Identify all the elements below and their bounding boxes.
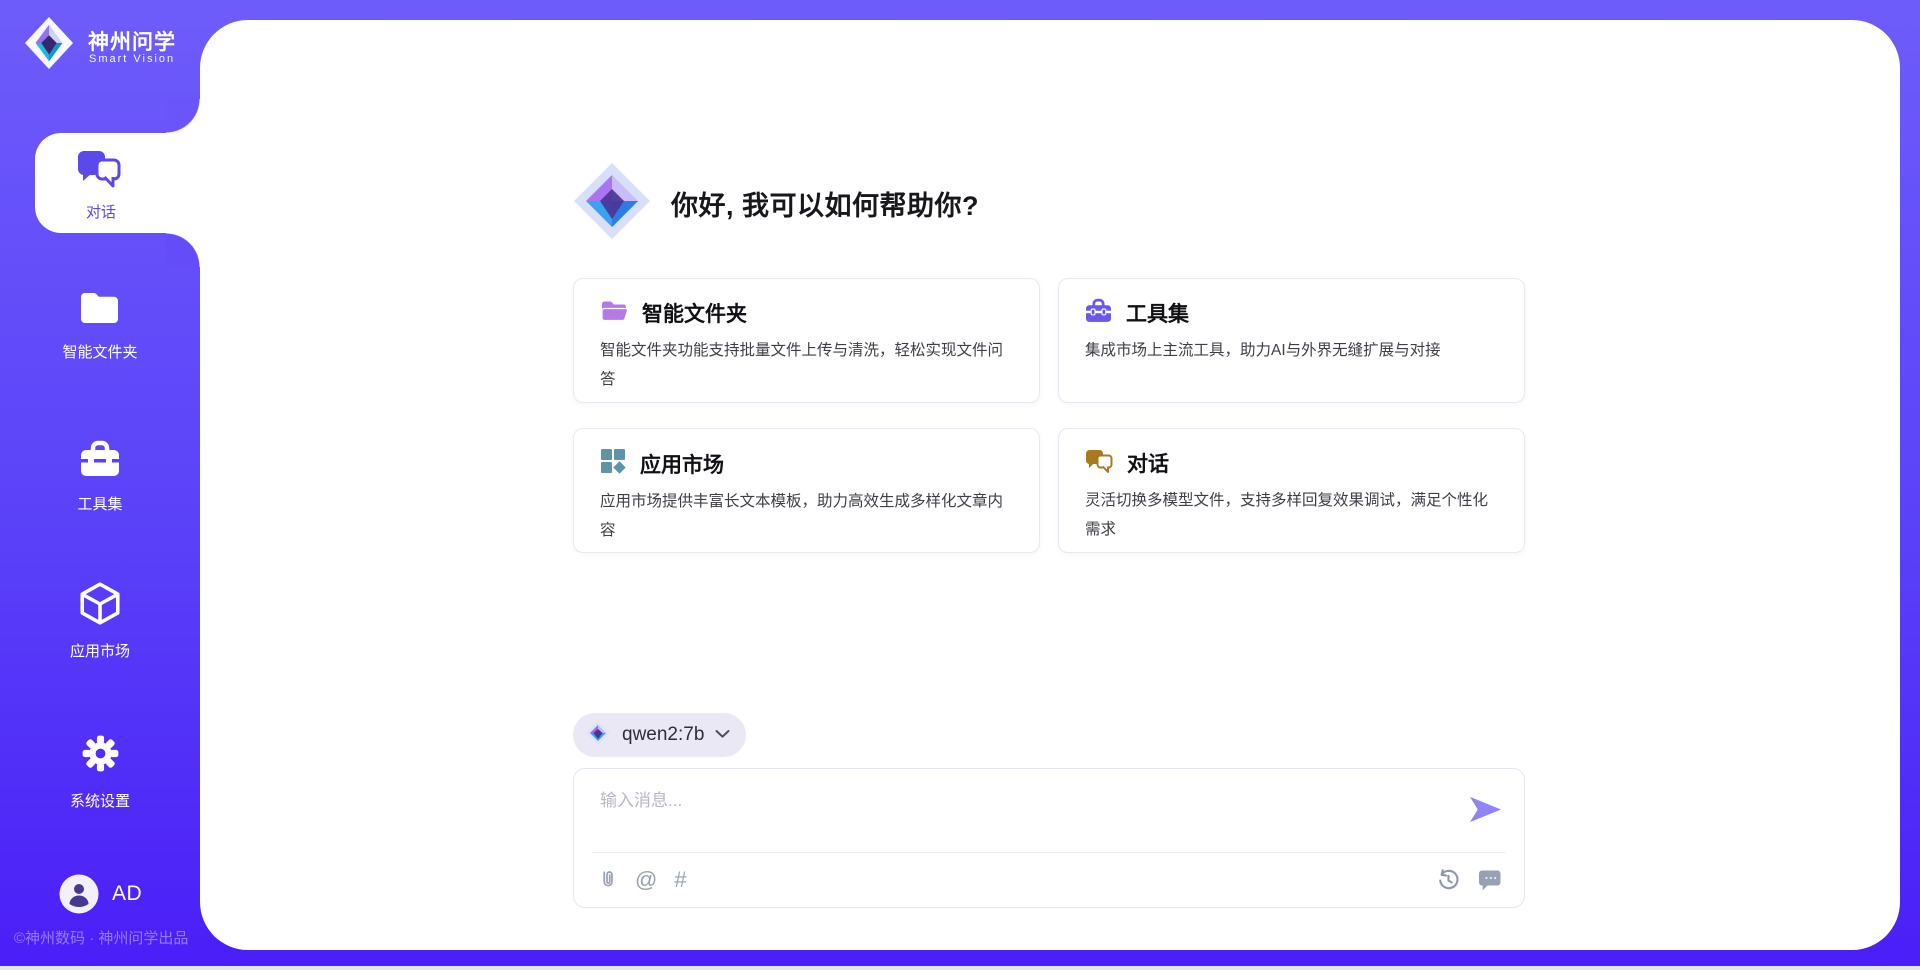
- sidebar-item-app-market[interactable]: 应用市场: [0, 581, 200, 661]
- feature-cards: 智能文件夹 智能文件夹功能支持批量文件上传与清洗，轻松实现文件问答: [573, 278, 1525, 553]
- paperclip-icon: [596, 867, 618, 893]
- cube-icon: [77, 614, 123, 631]
- card-title: 工具集: [1126, 298, 1189, 328]
- card-description: 灵活切换多模型文件，支持多样回复效果调试，满足个性化需求: [1085, 486, 1498, 544]
- composer-left-tools: @ #: [596, 867, 687, 893]
- composer-right-tools: [1436, 867, 1502, 893]
- folder-icon: [78, 315, 122, 332]
- card-title: 智能文件夹: [642, 298, 747, 328]
- send-icon: [1469, 796, 1502, 823]
- window-bottom-edge: [0, 966, 1920, 970]
- sidebar-item-label: 工具集: [0, 493, 200, 514]
- sidebar-item-chat[interactable]: 对话: [35, 133, 216, 233]
- greeting-title: 你好, 我可以如何帮助你?: [671, 184, 979, 223]
- toolbox-icon: [78, 467, 122, 484]
- user-label: AD: [112, 882, 142, 906]
- sidebar-item-label: 应用市场: [0, 640, 200, 661]
- card-title: 对话: [1127, 448, 1169, 478]
- message-composer: @ #: [573, 768, 1525, 908]
- model-name: qwen2:7b: [622, 724, 704, 746]
- user-account[interactable]: AD: [0, 872, 200, 916]
- sidebar-item-label: 智能文件夹: [0, 341, 200, 362]
- card-description: 应用市场提供丰富长文本模板，助力高效生成多样化文章内容: [600, 487, 1013, 545]
- copyright-footer: ©神州数码 · 神州问学出品: [14, 927, 214, 948]
- card-toolset[interactable]: 工具集 集成市场上主流工具，助力AI与外界无缝扩展与对接: [1058, 278, 1525, 403]
- mention-button[interactable]: @: [635, 868, 657, 892]
- model-logo-icon: [585, 720, 611, 751]
- sidebar-item-label: 对话: [35, 201, 167, 222]
- model-selector[interactable]: qwen2:7b: [573, 713, 746, 757]
- chevron-down-icon: [715, 726, 730, 744]
- app-window: 神州问学 Smart Vision 对话 智能文件夹: [0, 0, 1920, 970]
- card-app-market[interactable]: 应用市场 应用市场提供丰富长文本模板，助力高效生成多样化文章内容: [573, 428, 1040, 553]
- app-grid-icon: [600, 448, 626, 479]
- composer-divider: [592, 852, 1506, 853]
- card-description: 集成市场上主流工具，助力AI与外界无缝扩展与对接: [1085, 336, 1498, 365]
- user-avatar-icon: [59, 874, 99, 919]
- attach-file-button[interactable]: [596, 867, 618, 893]
- brand-subtitle: Smart Vision: [89, 53, 175, 65]
- chat-bubbles-icon: [1085, 448, 1113, 478]
- brand-logo-icon: [24, 16, 74, 75]
- sidebar: 神州问学 Smart Vision 对话 智能文件夹: [0, 0, 216, 970]
- greeting-row: 你好, 我可以如何帮助你?: [573, 162, 979, 245]
- gear-icon: [77, 764, 124, 781]
- sidebar-item-label: 系统设置: [0, 790, 200, 811]
- comment-icon: [1478, 868, 1502, 892]
- hashtag-icon: #: [674, 867, 686, 892]
- mention-icon: @: [635, 867, 657, 892]
- card-description: 智能文件夹功能支持批量文件上传与清洗，轻松实现文件问答: [600, 336, 1013, 394]
- chat-bubbles-icon: [77, 148, 123, 195]
- comments-button[interactable]: [1478, 868, 1502, 892]
- send-button[interactable]: [1469, 796, 1502, 823]
- open-folder-icon: [600, 299, 628, 328]
- toolbox-icon: [1085, 298, 1112, 328]
- history-icon: [1436, 867, 1461, 893]
- brand-name: 神州问学: [88, 26, 176, 56]
- hashtag-button[interactable]: #: [674, 868, 686, 892]
- assistant-logo-icon: [573, 162, 651, 245]
- card-chat[interactable]: 对话 灵活切换多模型文件，支持多样回复效果调试，满足个性化需求: [1058, 428, 1525, 553]
- sidebar-item-toolset[interactable]: 工具集: [0, 438, 200, 514]
- message-input[interactable]: [598, 784, 1448, 840]
- sidebar-item-smart-folder[interactable]: 智能文件夹: [0, 288, 200, 362]
- card-title: 应用市场: [640, 449, 724, 479]
- sidebar-item-settings[interactable]: 系统设置: [0, 730, 200, 811]
- history-button[interactable]: [1436, 867, 1461, 893]
- card-smart-folder[interactable]: 智能文件夹 智能文件夹功能支持批量文件上传与清洗，轻松实现文件问答: [573, 278, 1040, 403]
